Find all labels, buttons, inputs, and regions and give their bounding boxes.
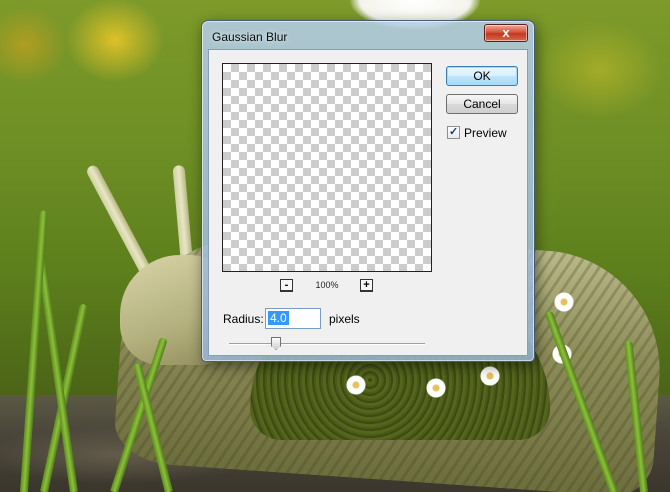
dialog-titlebar[interactable]: Gaussian Blur x	[202, 21, 534, 49]
radius-unit: pixels	[329, 312, 360, 326]
radius-input[interactable]: 4.0	[265, 308, 321, 329]
ok-button[interactable]: OK	[446, 66, 518, 86]
dialog-title: Gaussian Blur	[212, 30, 288, 44]
gaussian-blur-dialog: Gaussian Blur x - 100% + OK Cancel ✓ Pre…	[201, 20, 535, 362]
radius-value: 4.0	[268, 311, 289, 325]
plus-icon: +	[363, 279, 370, 291]
shell-flower	[426, 378, 446, 398]
preview-window[interactable]	[222, 63, 432, 272]
close-icon: x	[502, 25, 510, 40]
zoom-level: 100%	[315, 280, 339, 290]
shell-flower	[554, 292, 574, 312]
preview-checkbox[interactable]: ✓	[447, 126, 460, 139]
zoom-in-button[interactable]: +	[360, 279, 373, 292]
radius-slider-track[interactable]	[229, 343, 425, 345]
cancel-button[interactable]: Cancel	[446, 94, 518, 114]
minus-icon: -	[284, 279, 289, 291]
zoom-out-button[interactable]: -	[280, 279, 293, 292]
shell-flower	[346, 375, 366, 395]
radius-slider-thumb[interactable]	[271, 337, 282, 350]
shell-flower	[480, 366, 500, 386]
radius-label: Radius:	[223, 312, 264, 326]
dialog-client-area: - 100% + OK Cancel ✓ Preview Radius: 4.0…	[208, 49, 528, 356]
close-button[interactable]: x	[484, 24, 528, 42]
check-icon: ✓	[449, 126, 459, 138]
preview-label: Preview	[464, 126, 507, 140]
